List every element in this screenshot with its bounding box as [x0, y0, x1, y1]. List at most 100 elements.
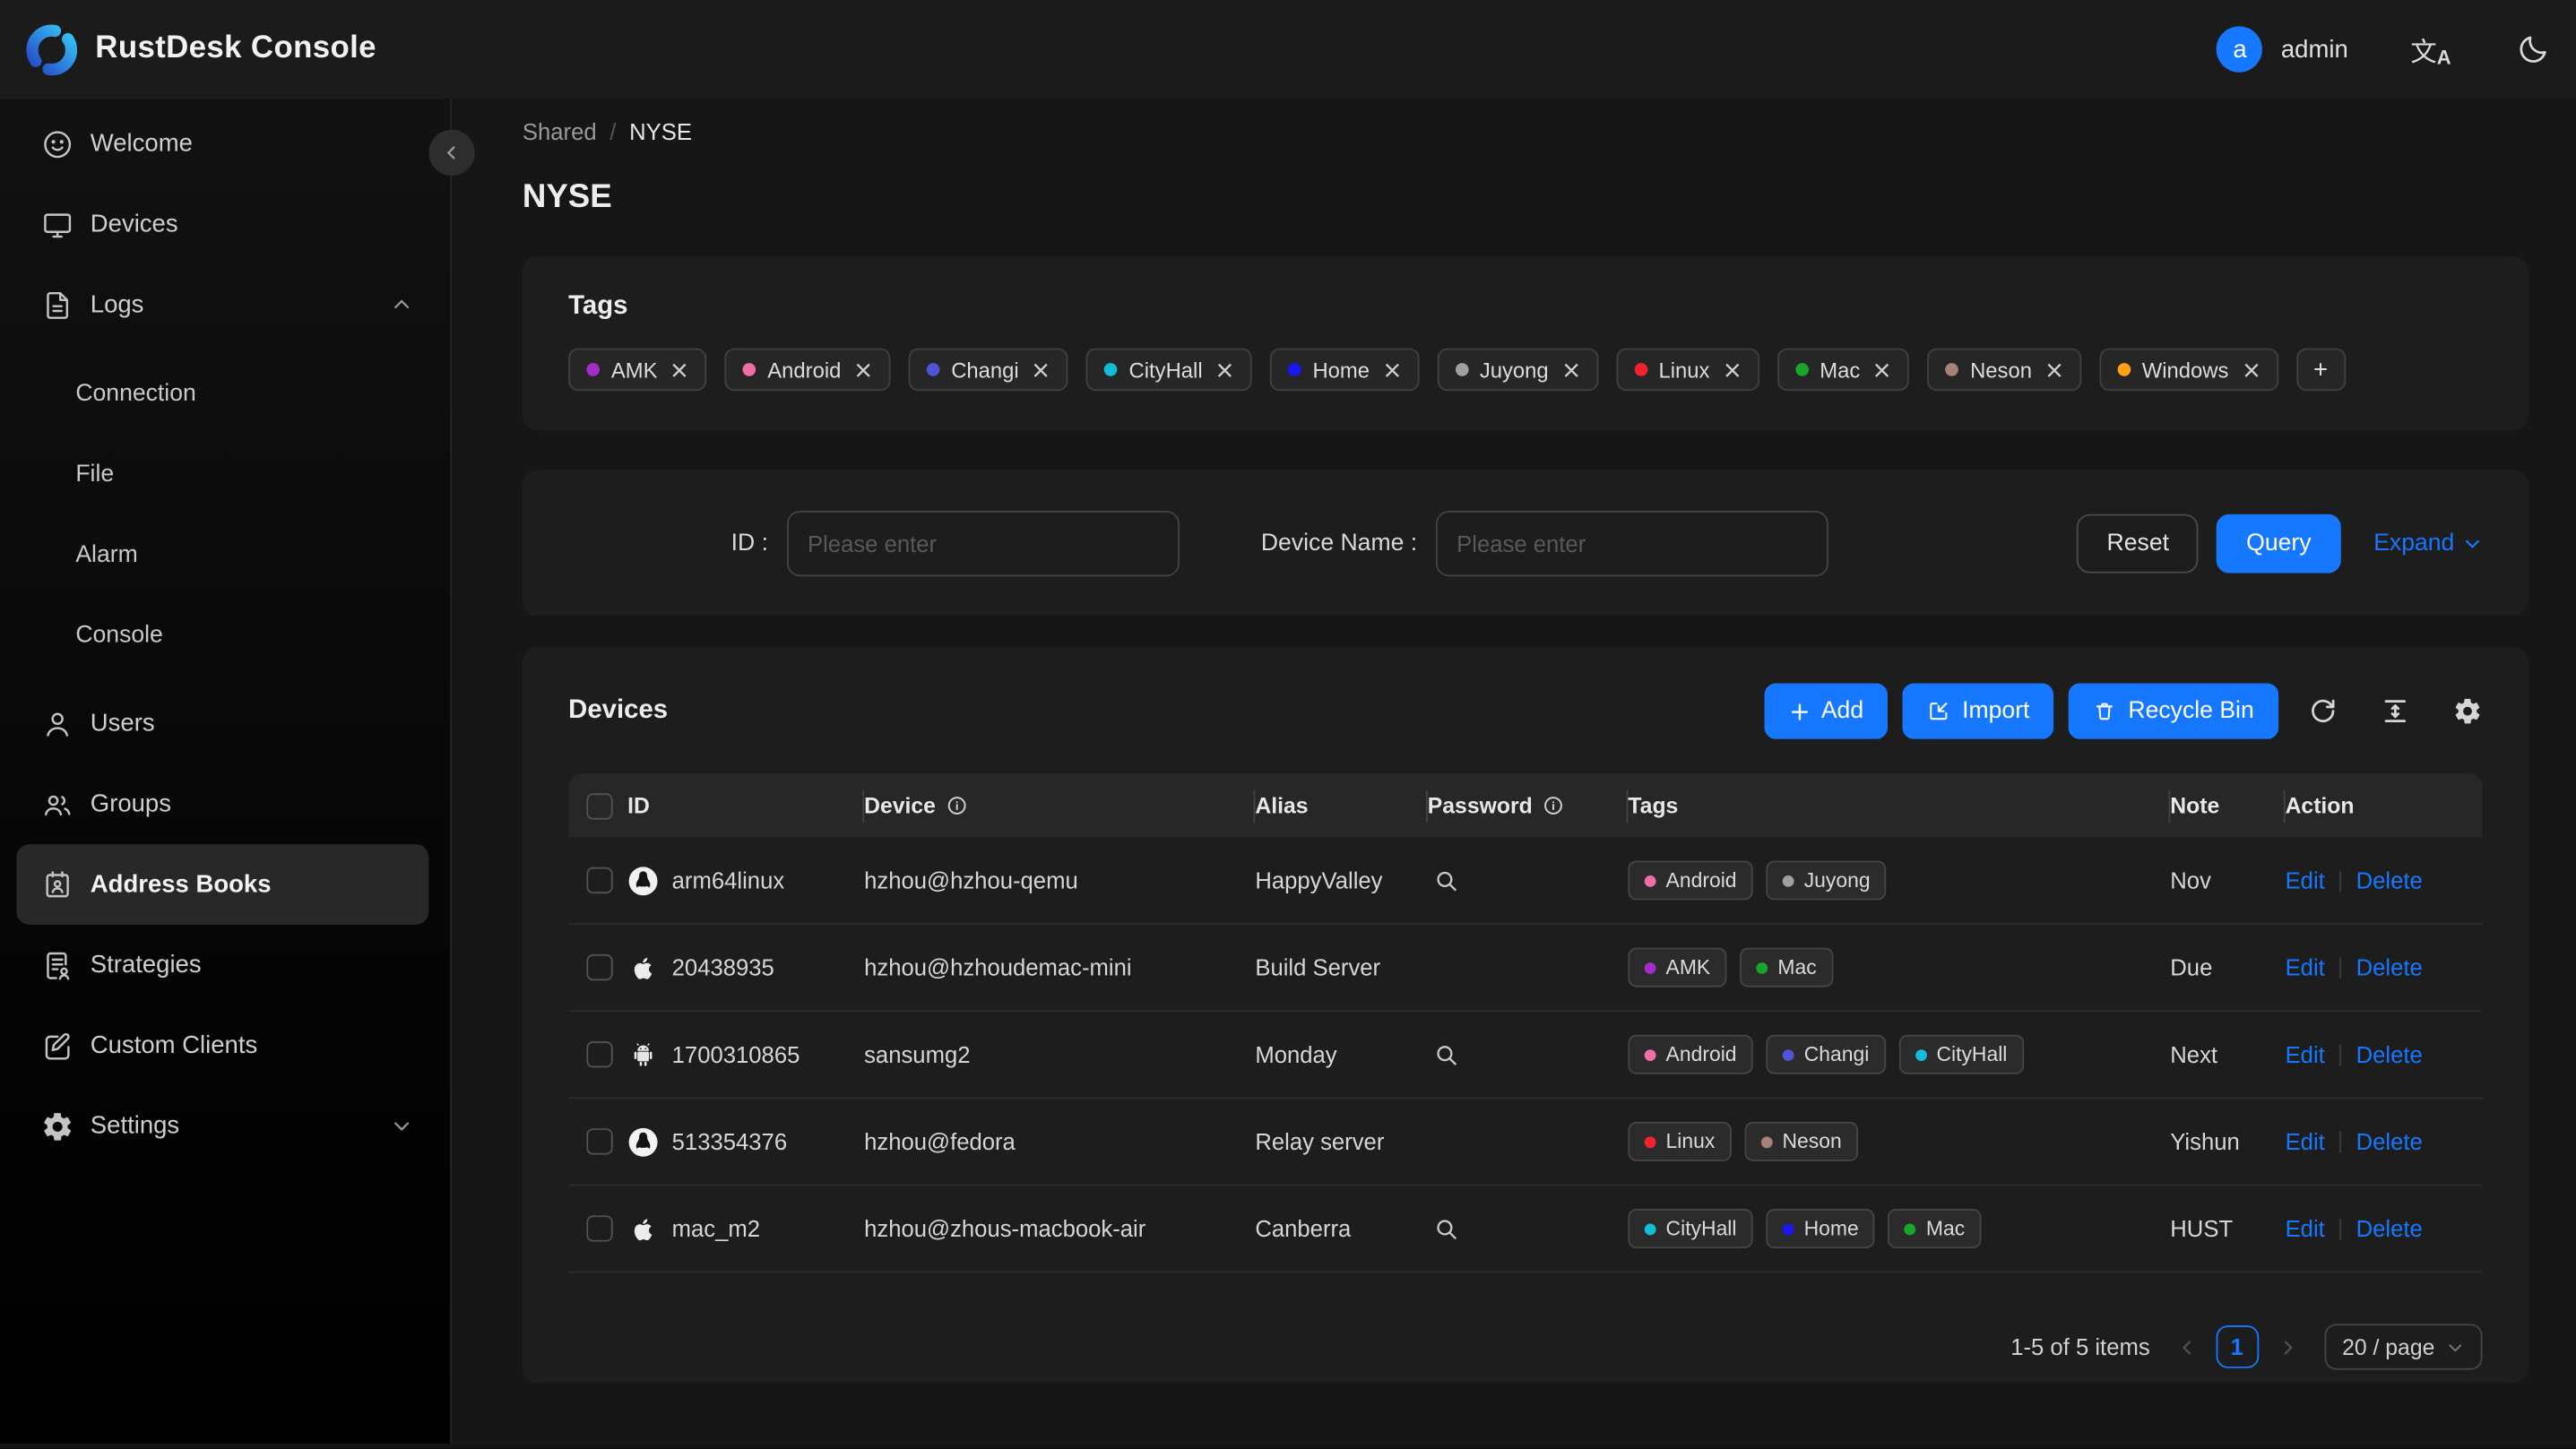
recycle-bin-button[interactable]: Recycle Bin	[2069, 683, 2279, 739]
device-name: sansumg2	[864, 1041, 971, 1068]
remove-tag-icon[interactable]	[1383, 360, 1401, 378]
sidebar-item-logs[interactable]: Logs	[16, 264, 428, 345]
column-password: Password	[1428, 793, 1629, 818]
app-title: RustDesk Console	[95, 30, 376, 66]
remove-tag-icon[interactable]	[1873, 360, 1891, 378]
add-tag-button[interactable]: +	[2295, 348, 2346, 392]
expand-link[interactable]: Expand	[2373, 530, 2482, 556]
import-button[interactable]: Import	[1903, 683, 2054, 739]
device-name-input[interactable]	[1435, 510, 1828, 576]
column-alias: Alias	[1255, 793, 1427, 817]
sidebar-item-connection[interactable]: Connection	[0, 353, 450, 434]
info-circle-icon[interactable]	[946, 795, 967, 816]
tag-chip: Changi	[1766, 1034, 1886, 1074]
view-password-icon[interactable]	[1432, 867, 1460, 894]
sidebar-item-strategies[interactable]: Strategies	[16, 925, 428, 1005]
page-number-button[interactable]: 1	[2216, 1325, 2259, 1368]
remove-tag-icon[interactable]	[1723, 360, 1741, 378]
tag-chip: Android	[1628, 1034, 1753, 1074]
table-settings-gear-icon[interactable]	[2453, 696, 2483, 726]
sidebar-item-settings[interactable]: Settings	[16, 1086, 428, 1167]
view-password-icon[interactable]	[1432, 1214, 1460, 1242]
avatar[interactable]: a	[2217, 26, 2263, 73]
device-id: 513354376	[671, 1128, 788, 1155]
tag-chip: Mac	[1888, 1209, 1982, 1249]
device-note: Next	[2170, 1041, 2218, 1068]
remove-tag-icon[interactable]	[2242, 360, 2260, 378]
edit-link[interactable]: Edit	[2286, 1215, 2325, 1241]
add-device-button[interactable]: Add	[1763, 683, 1889, 739]
device-id: arm64linux	[671, 867, 785, 894]
sidebar-collapse-button[interactable]	[428, 129, 475, 177]
sidebar-item-file[interactable]: File	[0, 434, 450, 514]
next-page-button[interactable]	[2277, 1336, 2298, 1358]
id-input[interactable]	[786, 510, 1180, 576]
tag-chip: Changi	[908, 348, 1068, 392]
tag-chip: Neson	[1927, 348, 2081, 392]
row-checkbox[interactable]	[586, 953, 613, 981]
delete-link[interactable]: Delete	[2356, 954, 2423, 980]
linux-icon	[627, 1126, 659, 1157]
sidebar-item-groups[interactable]: Groups	[16, 763, 428, 844]
sidebar-item-console[interactable]: Console	[0, 595, 450, 676]
page-title: NYSE	[522, 178, 612, 216]
body: Welcome Devices Logs Connection File Ala…	[0, 98, 2576, 1445]
sidebar-item-alarm[interactable]: Alarm	[0, 514, 450, 595]
action-divider	[2339, 956, 2342, 979]
delete-link[interactable]: Delete	[2356, 867, 2423, 893]
sidebar-item-custom-clients[interactable]: Custom Clients	[16, 1005, 428, 1086]
remove-tag-icon[interactable]	[1561, 360, 1579, 378]
view-password-icon[interactable]	[1432, 1040, 1460, 1068]
tag-color-dot	[1287, 363, 1301, 376]
edit-link[interactable]: Edit	[2286, 1128, 2325, 1154]
sidebar-item-users[interactable]: Users	[16, 683, 428, 763]
info-circle-icon[interactable]	[1543, 795, 1564, 816]
sidebar-item-address-books[interactable]: Address Books	[16, 844, 429, 925]
delete-link[interactable]: Delete	[2356, 1128, 2423, 1154]
logs-submenu: Connection File Alarm Console	[0, 353, 450, 675]
tag-color-dot	[742, 363, 756, 376]
device-id: 1700310865	[671, 1041, 800, 1068]
tag-chip: Juyong	[1766, 860, 1887, 901]
user-name[interactable]: admin	[2281, 35, 2348, 63]
device-name-label: Device Name :	[1260, 530, 1418, 556]
remove-tag-icon[interactable]	[854, 360, 872, 378]
id-filter-group: ID :	[731, 510, 1180, 576]
pagination-summary: 1-5 of 5 items	[2010, 1333, 2150, 1360]
breadcrumb-parent[interactable]: Shared	[523, 118, 597, 144]
remove-tag-icon[interactable]	[670, 360, 688, 378]
query-button[interactable]: Query	[2217, 513, 2341, 573]
dark-mode-moon-icon[interactable]	[2517, 33, 2550, 66]
prev-page-button[interactable]	[2176, 1336, 2198, 1358]
tag-chip: Mac	[1740, 947, 1834, 988]
page-size-select[interactable]: 20 / page	[2323, 1324, 2483, 1370]
refresh-icon[interactable]	[2308, 696, 2338, 726]
row-checkbox[interactable]	[586, 867, 613, 894]
device-name: hzhou@hzhoudemac-mini	[864, 953, 1132, 981]
sidebar-item-welcome[interactable]: Welcome	[16, 103, 428, 184]
edit-link[interactable]: Edit	[2286, 1041, 2325, 1067]
reset-button[interactable]: Reset	[2077, 513, 2199, 573]
row-checkbox[interactable]	[586, 1215, 613, 1242]
devices-toolbar: Add Import Recycle Bin	[1763, 683, 2483, 739]
row-height-icon[interactable]	[2381, 696, 2410, 726]
chevron-up-icon	[391, 294, 412, 315]
delete-link[interactable]: Delete	[2356, 1041, 2423, 1067]
remove-tag-icon[interactable]	[2045, 360, 2063, 378]
sidebar-item-devices[interactable]: Devices	[16, 184, 428, 264]
select-all-checkbox[interactable]	[586, 792, 613, 819]
remove-tag-icon[interactable]	[1215, 360, 1233, 378]
tag-chip: Neson	[1744, 1121, 1859, 1161]
row-checkbox[interactable]	[586, 1041, 613, 1068]
edit-link[interactable]: Edit	[2286, 954, 2325, 980]
row-checkbox[interactable]	[586, 1128, 613, 1155]
tags-card: Tags AMK Android Changi CityHall Home Ju…	[522, 255, 2528, 431]
tags-list: AMK Android Changi CityHall Home Juyong …	[568, 348, 2482, 392]
table-row: arm64linux hzhou@hzhou-qemu HappyValley …	[568, 838, 2483, 925]
plus-icon	[1790, 703, 1808, 720]
remove-tag-icon[interactable]	[1032, 360, 1050, 378]
delete-link[interactable]: Delete	[2356, 1215, 2423, 1241]
sidebar-item-label: Welcome	[90, 129, 193, 158]
edit-link[interactable]: Edit	[2286, 867, 2325, 893]
language-icon[interactable]: 文A	[2410, 30, 2451, 69]
